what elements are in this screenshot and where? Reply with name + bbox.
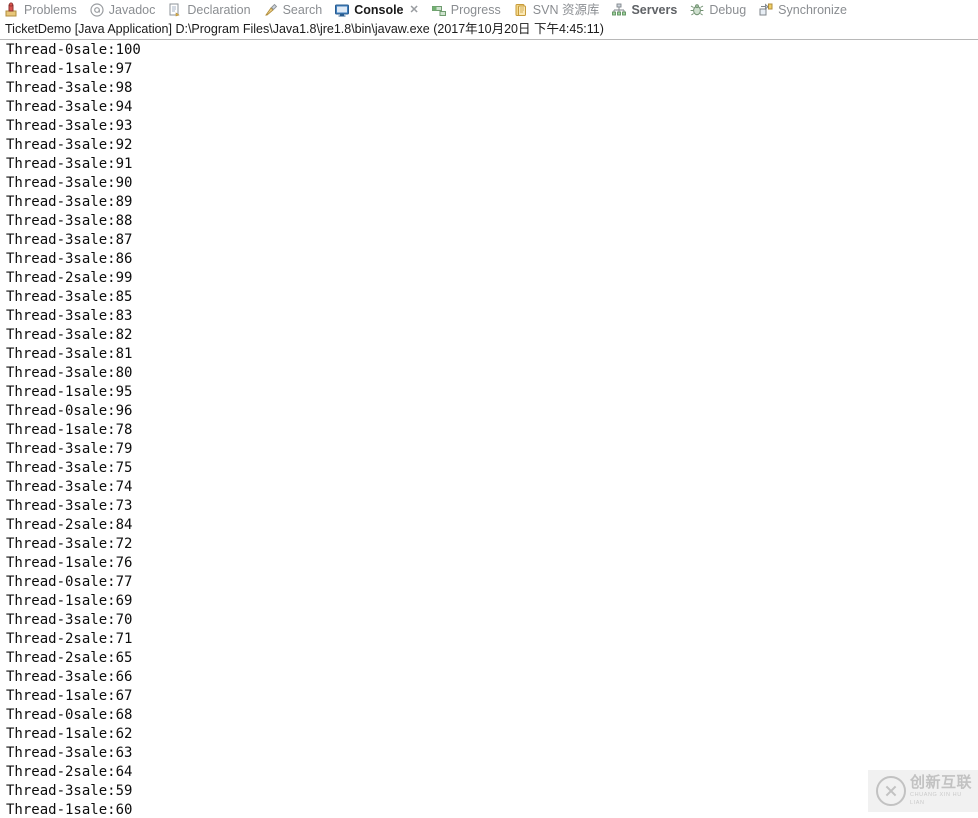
console-line: Thread-3sale:85: [6, 289, 133, 305]
console-line: Thread-2sale:84: [6, 517, 133, 533]
tab-label: Synchronize: [778, 3, 847, 17]
console-line: Thread-3sale:82: [6, 327, 133, 343]
watermark-text: 创新互联 CHUANG XIN HU LIAN: [910, 775, 978, 807]
tab-label: Declaration: [187, 3, 251, 17]
tab-label: Javadoc: [108, 3, 156, 17]
console-line: Thread-1sale:69: [6, 593, 133, 609]
console-line: Thread-3sale:98: [6, 80, 133, 96]
debug-icon: [689, 2, 705, 18]
console-line: Thread-3sale:83: [6, 308, 133, 324]
console-line: Thread-2sale:65: [6, 650, 133, 666]
tab-search[interactable]: Search: [263, 0, 330, 20]
console-line: Thread-1sale:78: [6, 422, 133, 438]
console-line: Thread-1sale:67: [6, 688, 133, 704]
console-line: Thread-3sale:63: [6, 745, 133, 761]
console-line: Thread-3sale:88: [6, 213, 133, 229]
javadoc-icon: [89, 2, 105, 18]
tab-synchronize[interactable]: Synchronize: [758, 0, 854, 20]
tab-declaration[interactable]: Declaration: [167, 0, 257, 20]
synchronize-icon: [758, 2, 774, 18]
tab-servers[interactable]: Servers: [611, 0, 684, 20]
console-output-area[interactable]: Thread-0sale:100 Thread-1sale:97 Thread-3s…: [0, 40, 978, 818]
tab-javadoc[interactable]: Javadoc: [89, 0, 163, 20]
console-line: Thread-2sale:64: [6, 764, 133, 780]
console-line: Thread-1sale:95: [6, 384, 133, 400]
console-line: Thread-3sale:87: [6, 232, 133, 248]
tab-debug[interactable]: Debug: [689, 0, 753, 20]
console-line: Thread-3sale:70: [6, 612, 133, 628]
console-line: Thread-3sale:81: [6, 346, 133, 362]
console-line: Thread-3sale:94: [6, 99, 133, 115]
search-icon: [263, 2, 279, 18]
console-line: Thread-0sale:68: [6, 707, 133, 723]
console-line: Thread-3sale:91: [6, 156, 133, 172]
tab-console[interactable]: Console ✕: [334, 0, 426, 20]
tab-progress[interactable]: Progress: [431, 0, 508, 20]
watermark-chinese: 创新互联: [910, 774, 973, 791]
problems-icon: [4, 2, 20, 18]
tab-label: Problems: [24, 3, 77, 17]
view-tab-bar: Problems Javadoc Declaration Search Cons…: [0, 0, 978, 20]
console-line: Thread-2sale:99: [6, 270, 133, 286]
tab-label: Debug: [709, 3, 747, 17]
tab-label: SVN 资源库: [532, 3, 600, 17]
console-icon: [334, 2, 350, 18]
console-line: Thread-1sale:97: [6, 61, 133, 77]
console-line: Thread-3sale:75: [6, 460, 133, 476]
console-line: Thread-0sale:77: [6, 574, 133, 590]
tab-problems[interactable]: Problems: [4, 0, 84, 20]
console-line: Thread-3sale:73: [6, 498, 133, 514]
tab-label: Console: [354, 3, 404, 17]
tab-label: Search: [282, 3, 323, 17]
console-line: Thread-1sale:76: [6, 555, 133, 571]
watermark-pinyin: CHUANG XIN HU LIAN: [910, 792, 962, 806]
console-line: Thread-2sale:71: [6, 631, 133, 647]
console-line: Thread-1sale:60: [6, 802, 133, 818]
console-line: Thread-3sale:59: [6, 783, 133, 799]
console-line: Thread-0sale:96: [6, 403, 133, 419]
tab-svn-repository[interactable]: SVN 资源库: [513, 0, 607, 20]
console-line: Thread-3sale:90: [6, 175, 133, 191]
console-line: Thread-3sale:80: [6, 365, 133, 381]
console-line: Thread-3sale:79: [6, 441, 133, 457]
launch-configuration-label: TicketDemo [Java Application] D:\Program…: [0, 20, 978, 39]
tab-label: Progress: [450, 3, 501, 17]
console-line-list: Thread-0sale:100 Thread-1sale:97 Thread-3s…: [0, 41, 978, 818]
console-line: Thread-1sale:62: [6, 726, 133, 742]
console-line: Thread-0sale:100: [6, 42, 141, 58]
console-line: Thread-3sale:86: [6, 251, 133, 267]
console-line: Thread-3sale:93: [6, 118, 133, 134]
close-icon[interactable]: ✕: [410, 0, 419, 20]
console-line: Thread-3sale:89: [6, 194, 133, 210]
console-line: Thread-3sale:92: [6, 137, 133, 153]
svn-repository-icon: [513, 2, 529, 18]
console-line: Thread-3sale:72: [6, 536, 133, 552]
console-line: Thread-3sale:66: [6, 669, 133, 685]
console-line: Thread-3sale:74: [6, 479, 133, 495]
cx-logo-icon: [876, 776, 906, 806]
servers-icon: [611, 2, 627, 18]
tab-label: Servers: [631, 3, 678, 17]
progress-icon: [431, 2, 447, 18]
watermark: 创新互联 CHUANG XIN HU LIAN: [868, 770, 978, 812]
declaration-icon: [167, 2, 183, 18]
